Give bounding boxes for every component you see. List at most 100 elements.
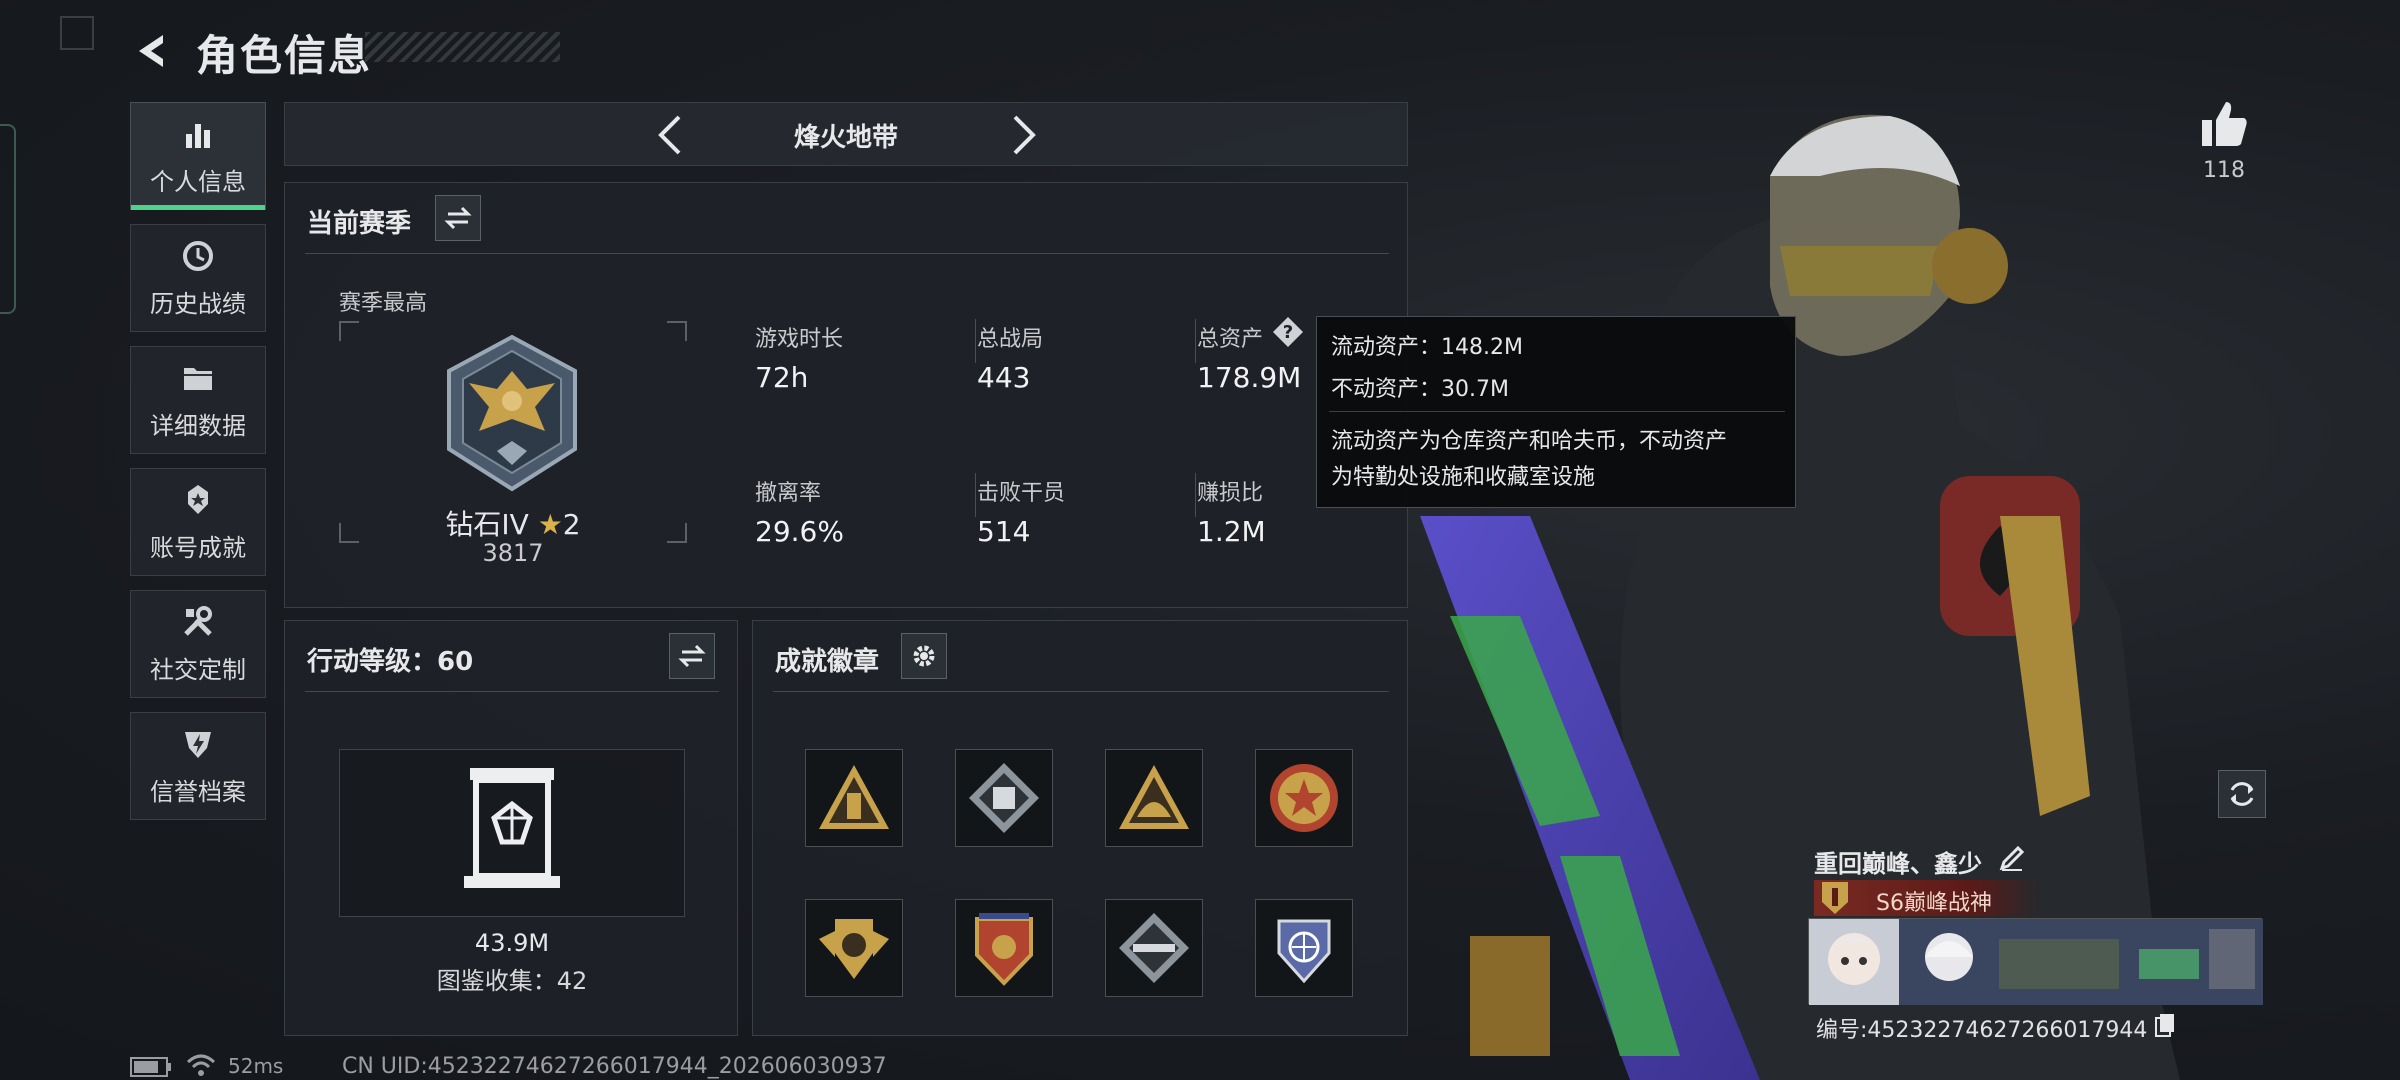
stat-label: 击败干员: [977, 481, 1066, 506]
player-title: S6巅峰战神: [1876, 891, 1992, 916]
stat-label: 总战局: [977, 327, 1044, 352]
season-switch-button[interactable]: [435, 195, 481, 241]
season-best-label: 赛季最高: [339, 291, 428, 316]
stat-value: 29.6%: [755, 515, 844, 548]
nav-item-reputation[interactable]: 信誉档案: [130, 712, 266, 820]
nav-item-label: 历史战绩: [150, 289, 246, 318]
mode-title: 烽火地带: [793, 123, 898, 153]
avatar-card[interactable]: [1808, 918, 2263, 1005]
nav-item-social[interactable]: 社交定制: [130, 590, 266, 698]
stat-label: 游戏时长: [755, 327, 844, 352]
stat-value: 72h: [755, 361, 809, 394]
copy-icon[interactable]: [2154, 1012, 2176, 1038]
triangle-dome-badge-icon: [1119, 765, 1189, 829]
stat-value: 514: [977, 515, 1031, 548]
stat-separator: [975, 319, 976, 363]
latency-indicator: 52ms: [228, 1054, 284, 1078]
gear-icon: [913, 645, 935, 667]
wifi-icon: [186, 1054, 216, 1076]
nav-item-label: 信誉档案: [150, 777, 246, 806]
collection-case-icon: [464, 768, 560, 888]
diamond-rifle-badge-icon: [1119, 913, 1189, 983]
asset-tooltip: 流动资产：148.2M 不动资产：30.7M 流动资产为仓库资产和哈夫币，不动资…: [1316, 316, 1796, 508]
like-button[interactable]: [2196, 96, 2252, 152]
nav-item-details[interactable]: 详细数据: [130, 346, 266, 454]
corner-decoration: [60, 16, 94, 50]
stat-value: 1.2M: [1197, 515, 1266, 548]
stat-separator: [1195, 473, 1196, 517]
nav-item-achievements[interactable]: 账号成就: [130, 468, 266, 576]
badge-slot[interactable]: [1105, 899, 1203, 997]
shield-icon: [185, 731, 211, 758]
badge-slot[interactable]: [805, 899, 903, 997]
folder-icon: [184, 367, 212, 390]
stat-label: 总资产: [1197, 327, 1264, 352]
uid-text: CN UID:4523227462726601​7944_20260603093…: [342, 1054, 887, 1079]
badge-slot[interactable]: [1105, 749, 1203, 847]
avatar-illustration: [1809, 919, 2263, 1005]
swap-icon: [678, 644, 706, 668]
nav-item-label: 账号成就: [150, 533, 246, 562]
badge-slot[interactable]: [805, 749, 903, 847]
mode-next-button[interactable]: [1001, 111, 1045, 159]
level-panel: 行动等级：60 43.9M 图鉴收集：42: [284, 620, 738, 1036]
stat-label: 赚损比: [1197, 481, 1264, 506]
stat-separator: [1195, 319, 1196, 363]
level-switch-button[interactable]: [669, 633, 715, 679]
title-decoration: [365, 32, 560, 62]
rank-emblem-icon: [447, 334, 577, 492]
mode-selector: 烽火地带: [284, 102, 1408, 166]
level-title: 行动等级：60: [307, 647, 474, 677]
stat-value: 178.9M: [1197, 361, 1302, 394]
badge-slot[interactable]: [955, 899, 1053, 997]
stat-separator: [975, 473, 976, 517]
badge-settings-button[interactable]: [901, 633, 947, 679]
triangle-tower-badge-icon: [819, 765, 889, 829]
tooltip-description: 为特勤处设施和收藏室设施: [1331, 465, 1596, 490]
shield-wings-badge-icon: [819, 919, 889, 979]
rank-name: 钻石IV ★2: [339, 503, 687, 543]
chevron-right-icon: [1013, 115, 1036, 155]
title-emblem-icon: [1822, 882, 1848, 914]
player-title-badge: S6巅峰战神: [1814, 880, 2040, 916]
wrench-icon: [184, 605, 212, 636]
refresh-icon: [2230, 782, 2254, 806]
divider: [305, 253, 1389, 254]
player-id: 编号:4523227462726601​7944: [1816, 1018, 2148, 1043]
back-button[interactable]: [128, 26, 178, 76]
season-panel: 当前赛季 赛季最高 钻石IV ★2 3817 游戏时长 72h 总战局 443 …: [284, 182, 1408, 608]
page-title: 角色信息: [196, 31, 373, 80]
nav-item-profile[interactable]: 个人信息: [130, 102, 266, 210]
collection-value: 43.9M: [474, 929, 550, 957]
diamond-crate-badge-icon: [969, 763, 1039, 833]
refresh-button[interactable]: [2218, 770, 2266, 818]
edit-icon[interactable]: [1998, 844, 2026, 872]
frame-corner: [667, 321, 687, 341]
nav-item-label: 社交定制: [150, 655, 246, 684]
stat-label: 撤离率: [755, 481, 822, 506]
nav-item-label: 详细数据: [150, 411, 246, 440]
swap-icon: [444, 206, 472, 230]
tooltip-fixed-assets: 不动资产：30.7M: [1331, 377, 1509, 402]
battery-icon: [130, 1057, 171, 1077]
stat-value: 443: [977, 361, 1031, 394]
side-drawer-handle[interactable]: [0, 124, 16, 314]
tooltip-liquid-assets: 流动资产：148.2M: [1331, 335, 1523, 360]
crest-shield-badge-icon: [975, 913, 1033, 986]
divider: [1329, 411, 1785, 412]
bar-chart-icon: [186, 123, 210, 148]
collection-count: 图鉴收集：42: [436, 967, 588, 995]
like-count: 118: [2203, 158, 2245, 183]
back-arrow-icon: [139, 35, 163, 67]
collection-showcase[interactable]: [339, 749, 685, 917]
rank-score: 3817: [482, 539, 544, 567]
divider: [305, 691, 719, 692]
tooltip-description: 流动资产为仓库资产和哈夫币，不动资产: [1331, 429, 1728, 454]
rank-title: 钻石IV: [445, 508, 529, 541]
frame-corner: [339, 321, 359, 341]
badge-slot[interactable]: [955, 749, 1053, 847]
nav-item-history[interactable]: 历史战绩: [130, 224, 266, 332]
medal-icon: [188, 484, 208, 514]
badge-title: 成就徽章: [775, 647, 880, 677]
season-title: 当前赛季: [307, 209, 412, 239]
